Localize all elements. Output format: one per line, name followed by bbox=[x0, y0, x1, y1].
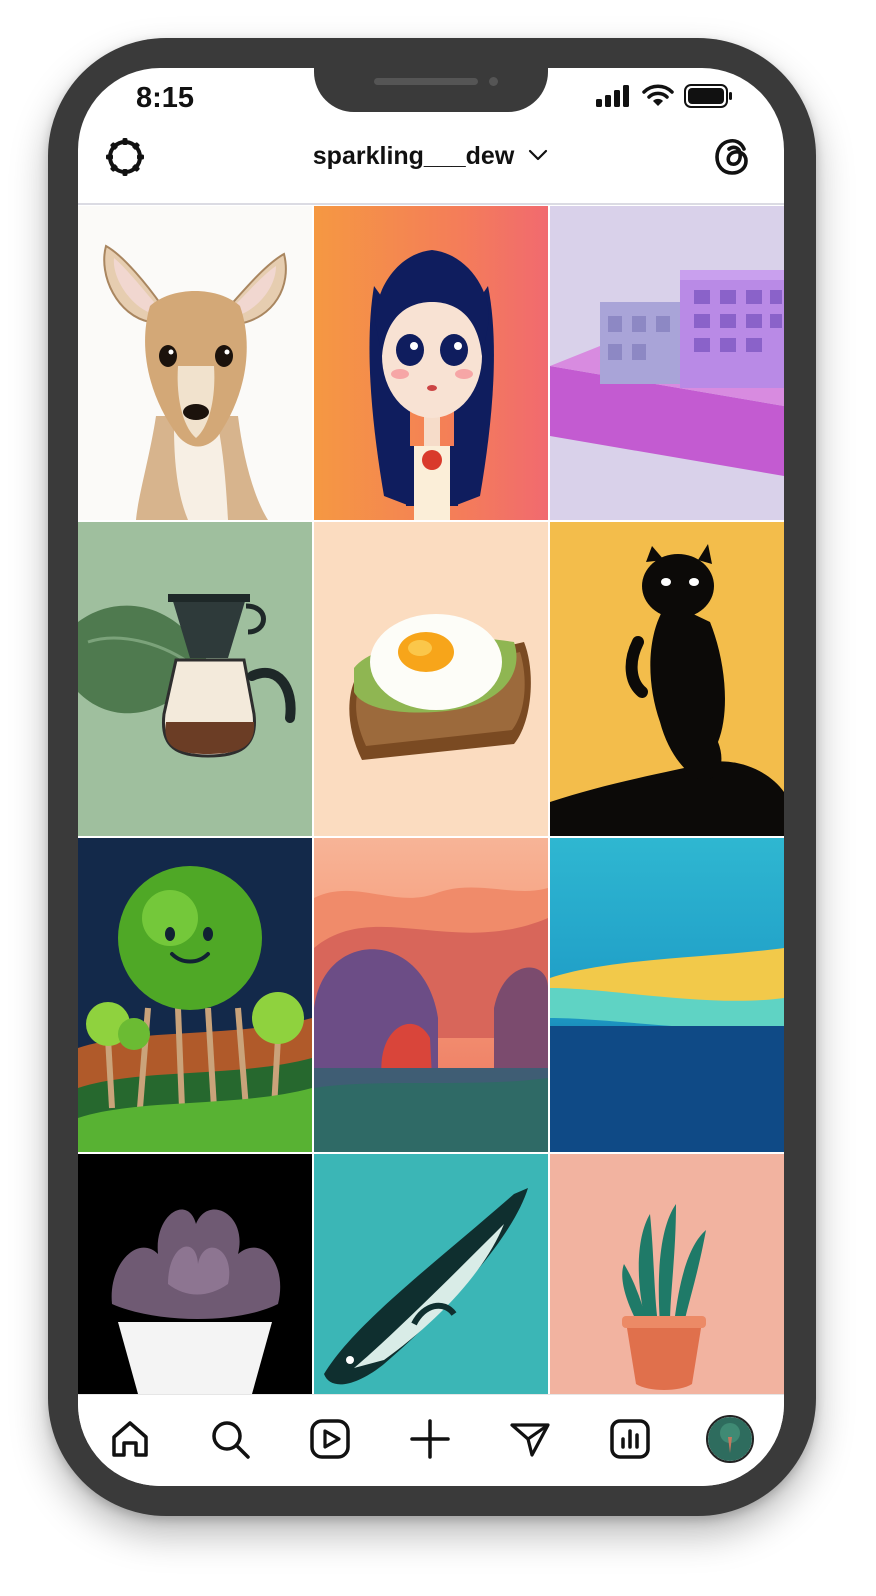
grid-post-succulent[interactable] bbox=[78, 1154, 312, 1394]
status-icons bbox=[596, 84, 734, 108]
insights-icon bbox=[610, 1419, 650, 1459]
search-icon bbox=[212, 1421, 250, 1459]
hills-illustration bbox=[314, 887, 548, 1152]
bottom-nav bbox=[78, 1394, 784, 1486]
username-switcher[interactable]: sparkling___dew bbox=[78, 142, 784, 171]
penguin-illustration bbox=[324, 1188, 528, 1385]
threads-icon[interactable] bbox=[712, 136, 754, 178]
nav-create[interactable] bbox=[406, 1415, 454, 1463]
nav-home[interactable] bbox=[106, 1415, 154, 1463]
direct-icon bbox=[510, 1423, 550, 1457]
plant-illustration bbox=[622, 1204, 706, 1390]
speaker bbox=[374, 78, 478, 85]
chevron-down-icon bbox=[529, 150, 548, 161]
avatar-image bbox=[708, 1417, 752, 1461]
grid-post-ocean-beach[interactable] bbox=[550, 838, 784, 1152]
create-icon bbox=[410, 1419, 450, 1459]
deer-illustration bbox=[103, 244, 287, 520]
status-time: 8:15 bbox=[136, 82, 195, 114]
app-screen: 8:15 sparkling___dew bbox=[78, 68, 784, 1486]
grid-post-smiling-tree[interactable] bbox=[78, 838, 312, 1152]
ocean-illustration bbox=[550, 948, 784, 1152]
grid-post-sunset-hills[interactable] bbox=[314, 838, 548, 1152]
girl-illustration bbox=[369, 250, 494, 520]
wifi-icon bbox=[642, 84, 674, 106]
succulent-illustration bbox=[111, 1209, 281, 1394]
profile-avatar[interactable] bbox=[706, 1415, 754, 1463]
nav-direct[interactable] bbox=[506, 1415, 554, 1463]
nav-insights[interactable] bbox=[606, 1415, 654, 1463]
grid-post-avocado-toast[interactable] bbox=[314, 522, 548, 836]
coffee-illustration bbox=[78, 594, 296, 758]
header-divider bbox=[78, 203, 784, 205]
reels-icon bbox=[310, 1419, 350, 1459]
signal-icon bbox=[596, 85, 629, 107]
grid-post-black-cat[interactable] bbox=[550, 522, 784, 836]
grid-post-deer[interactable] bbox=[78, 206, 312, 520]
profile-header: sparkling___dew bbox=[78, 120, 784, 255]
cat-illustration bbox=[550, 544, 784, 836]
home-icon bbox=[112, 1421, 148, 1457]
houses-illustration bbox=[550, 270, 784, 476]
grid-post-penguin[interactable] bbox=[314, 1154, 548, 1394]
camera bbox=[489, 77, 498, 86]
battery-icon bbox=[684, 84, 732, 108]
grid-post-houses[interactable] bbox=[550, 206, 784, 520]
nav-reels[interactable] bbox=[306, 1415, 354, 1463]
nav-search[interactable] bbox=[206, 1415, 254, 1463]
grid-post-girl[interactable] bbox=[314, 206, 548, 520]
notch bbox=[314, 68, 548, 112]
grid-post-snake-plant[interactable] bbox=[550, 1154, 784, 1394]
tree-illustration bbox=[78, 866, 312, 1152]
grid-post-coffee[interactable] bbox=[78, 522, 312, 836]
username: sparkling___dew bbox=[312, 142, 515, 170]
toast-illustration bbox=[349, 614, 531, 760]
